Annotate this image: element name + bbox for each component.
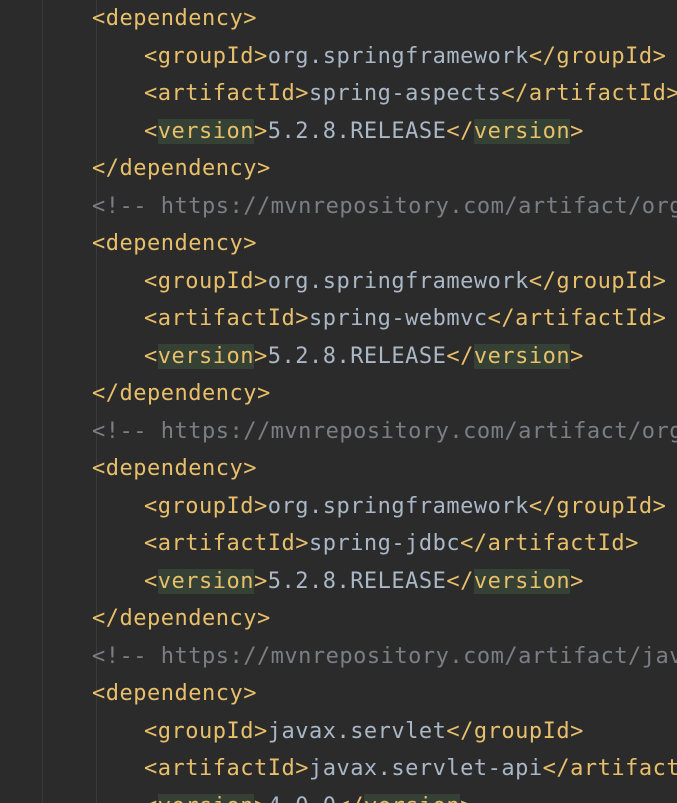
code-line[interactable]: </dependency> bbox=[0, 375, 271, 412]
code-line[interactable]: <version>5.2.8.RELEASE</version> bbox=[0, 338, 584, 375]
xml-bracket: > bbox=[254, 794, 268, 803]
xml-close-tag: </artifactId> bbox=[542, 756, 677, 781]
xml-text-value: org.springframework bbox=[267, 268, 529, 294]
code-line[interactable]: <artifactId>spring-aspects</artifactId> bbox=[0, 75, 677, 112]
xml-tag: </dependency> bbox=[92, 381, 271, 406]
code-line[interactable]: </dependency> bbox=[0, 600, 271, 637]
xml-tag: <dependency> bbox=[92, 231, 257, 256]
code-line[interactable]: <!-- https://mvnrepository.com/artifact/… bbox=[0, 638, 677, 675]
xml-comment: <!-- https://mvnrepository.com/artifact/… bbox=[92, 418, 677, 444]
xml-tag-name-highlighted: version bbox=[157, 343, 254, 369]
code-line[interactable]: <groupId>org.springframework</groupId> bbox=[0, 38, 666, 75]
xml-bracket: < bbox=[144, 343, 158, 369]
xml-tag: <dependency> bbox=[92, 6, 257, 31]
code-line[interactable]: <version>5.2.8.RELEASE</version> bbox=[0, 563, 584, 600]
code-line[interactable]: <!-- https://mvnrepository.com/artifact/… bbox=[0, 188, 677, 225]
xml-bracket: > bbox=[253, 118, 268, 144]
xml-close-tag: </groupId> bbox=[446, 718, 584, 744]
xml-text-value: spring-aspects bbox=[308, 81, 502, 106]
xml-bracket: > bbox=[460, 794, 474, 803]
xml-bracket: </ bbox=[446, 118, 474, 144]
xml-text-value: javax.servlet bbox=[267, 718, 447, 744]
code-line[interactable]: <artifactId>spring-webmvc</artifactId> bbox=[0, 300, 666, 337]
xml-tag-name-highlighted: version bbox=[473, 568, 571, 594]
xml-text-value: 5.2.8.RELEASE bbox=[267, 118, 447, 144]
code-line[interactable]: </dependency> bbox=[0, 150, 271, 187]
xml-open-tag: <groupId> bbox=[144, 493, 268, 519]
code-line[interactable]: <dependency> bbox=[0, 225, 257, 262]
xml-close-tag: </groupId> bbox=[528, 43, 667, 69]
xml-tag-name-highlighted: version bbox=[363, 793, 461, 803]
code-line[interactable]: <groupId>javax.servlet</groupId> bbox=[0, 713, 584, 750]
xml-close-tag: </groupId> bbox=[528, 493, 667, 519]
xml-tag: <dependency> bbox=[92, 681, 257, 706]
xml-tag-name-highlighted: version bbox=[473, 343, 571, 369]
xml-open-tag: <groupId> bbox=[144, 718, 268, 744]
xml-close-tag: </artifactId> bbox=[460, 531, 639, 556]
code-line[interactable]: <version>4.0.0</version> bbox=[0, 788, 474, 803]
xml-text-value: javax.servlet-api bbox=[308, 756, 543, 781]
xml-open-tag: <artifactId> bbox=[144, 306, 309, 331]
xml-text-value: 5.2.8.RELEASE bbox=[267, 568, 447, 594]
code-line[interactable]: <groupId>org.springframework</groupId> bbox=[0, 263, 666, 300]
xml-bracket: < bbox=[144, 794, 158, 803]
code-editor[interactable]: <dependency> <groupId>org.springframework… bbox=[0, 0, 677, 803]
xml-tag-name-highlighted: version bbox=[157, 118, 254, 144]
xml-text-value: spring-webmvc bbox=[308, 306, 488, 331]
xml-comment: <!-- https://mvnrepository.com/artifact/… bbox=[92, 193, 677, 219]
xml-tag-name-highlighted: version bbox=[157, 568, 254, 594]
xml-bracket: > bbox=[253, 568, 268, 594]
xml-bracket: > bbox=[570, 568, 584, 594]
xml-text-value: 4.0.0 bbox=[268, 794, 337, 803]
xml-comment: <!-- https://mvnrepository.com/artifact/… bbox=[92, 643, 677, 669]
xml-bracket: < bbox=[144, 118, 158, 144]
code-line[interactable]: <version>5.2.8.RELEASE</version> bbox=[0, 113, 584, 150]
xml-tag-name-highlighted: version bbox=[473, 118, 571, 144]
xml-open-tag: <artifactId> bbox=[144, 81, 309, 106]
xml-close-tag: </groupId> bbox=[528, 268, 667, 294]
xml-bracket: </ bbox=[446, 343, 474, 369]
xml-tag: <dependency> bbox=[92, 456, 257, 481]
code-line[interactable]: <artifactId>javax.servlet-api</artifactI… bbox=[0, 750, 677, 787]
code-line[interactable]: <!-- https://mvnrepository.com/artifact/… bbox=[0, 413, 677, 450]
xml-bracket: </ bbox=[336, 794, 364, 803]
xml-bracket: < bbox=[144, 568, 158, 594]
xml-bracket: > bbox=[253, 343, 268, 369]
xml-open-tag: <groupId> bbox=[144, 43, 268, 69]
xml-text-value: org.springframework bbox=[267, 43, 529, 69]
xml-tag: </dependency> bbox=[92, 606, 271, 631]
xml-close-tag: </artifactId> bbox=[501, 81, 677, 106]
xml-bracket: </ bbox=[446, 568, 474, 594]
code-line[interactable]: <dependency> bbox=[0, 450, 257, 487]
code-line[interactable]: <dependency> bbox=[0, 675, 257, 712]
code-line[interactable]: <artifactId>spring-jdbc</artifactId> bbox=[0, 525, 639, 562]
xml-open-tag: <artifactId> bbox=[144, 531, 309, 556]
code-line[interactable]: <dependency> bbox=[0, 0, 257, 37]
xml-tag: </dependency> bbox=[92, 156, 271, 181]
xml-bracket: > bbox=[570, 118, 584, 144]
xml-bracket: > bbox=[570, 343, 584, 369]
xml-open-tag: <groupId> bbox=[144, 268, 268, 294]
xml-close-tag: </artifactId> bbox=[487, 306, 667, 331]
xml-text-value: 5.2.8.RELEASE bbox=[267, 343, 447, 369]
xml-open-tag: <artifactId> bbox=[144, 756, 309, 781]
xml-text-value: org.springframework bbox=[267, 493, 529, 519]
xml-text-value: spring-jdbc bbox=[308, 531, 461, 556]
xml-tag-name-highlighted: version bbox=[157, 793, 254, 803]
code-line[interactable]: <groupId>org.springframework</groupId> bbox=[0, 488, 666, 525]
